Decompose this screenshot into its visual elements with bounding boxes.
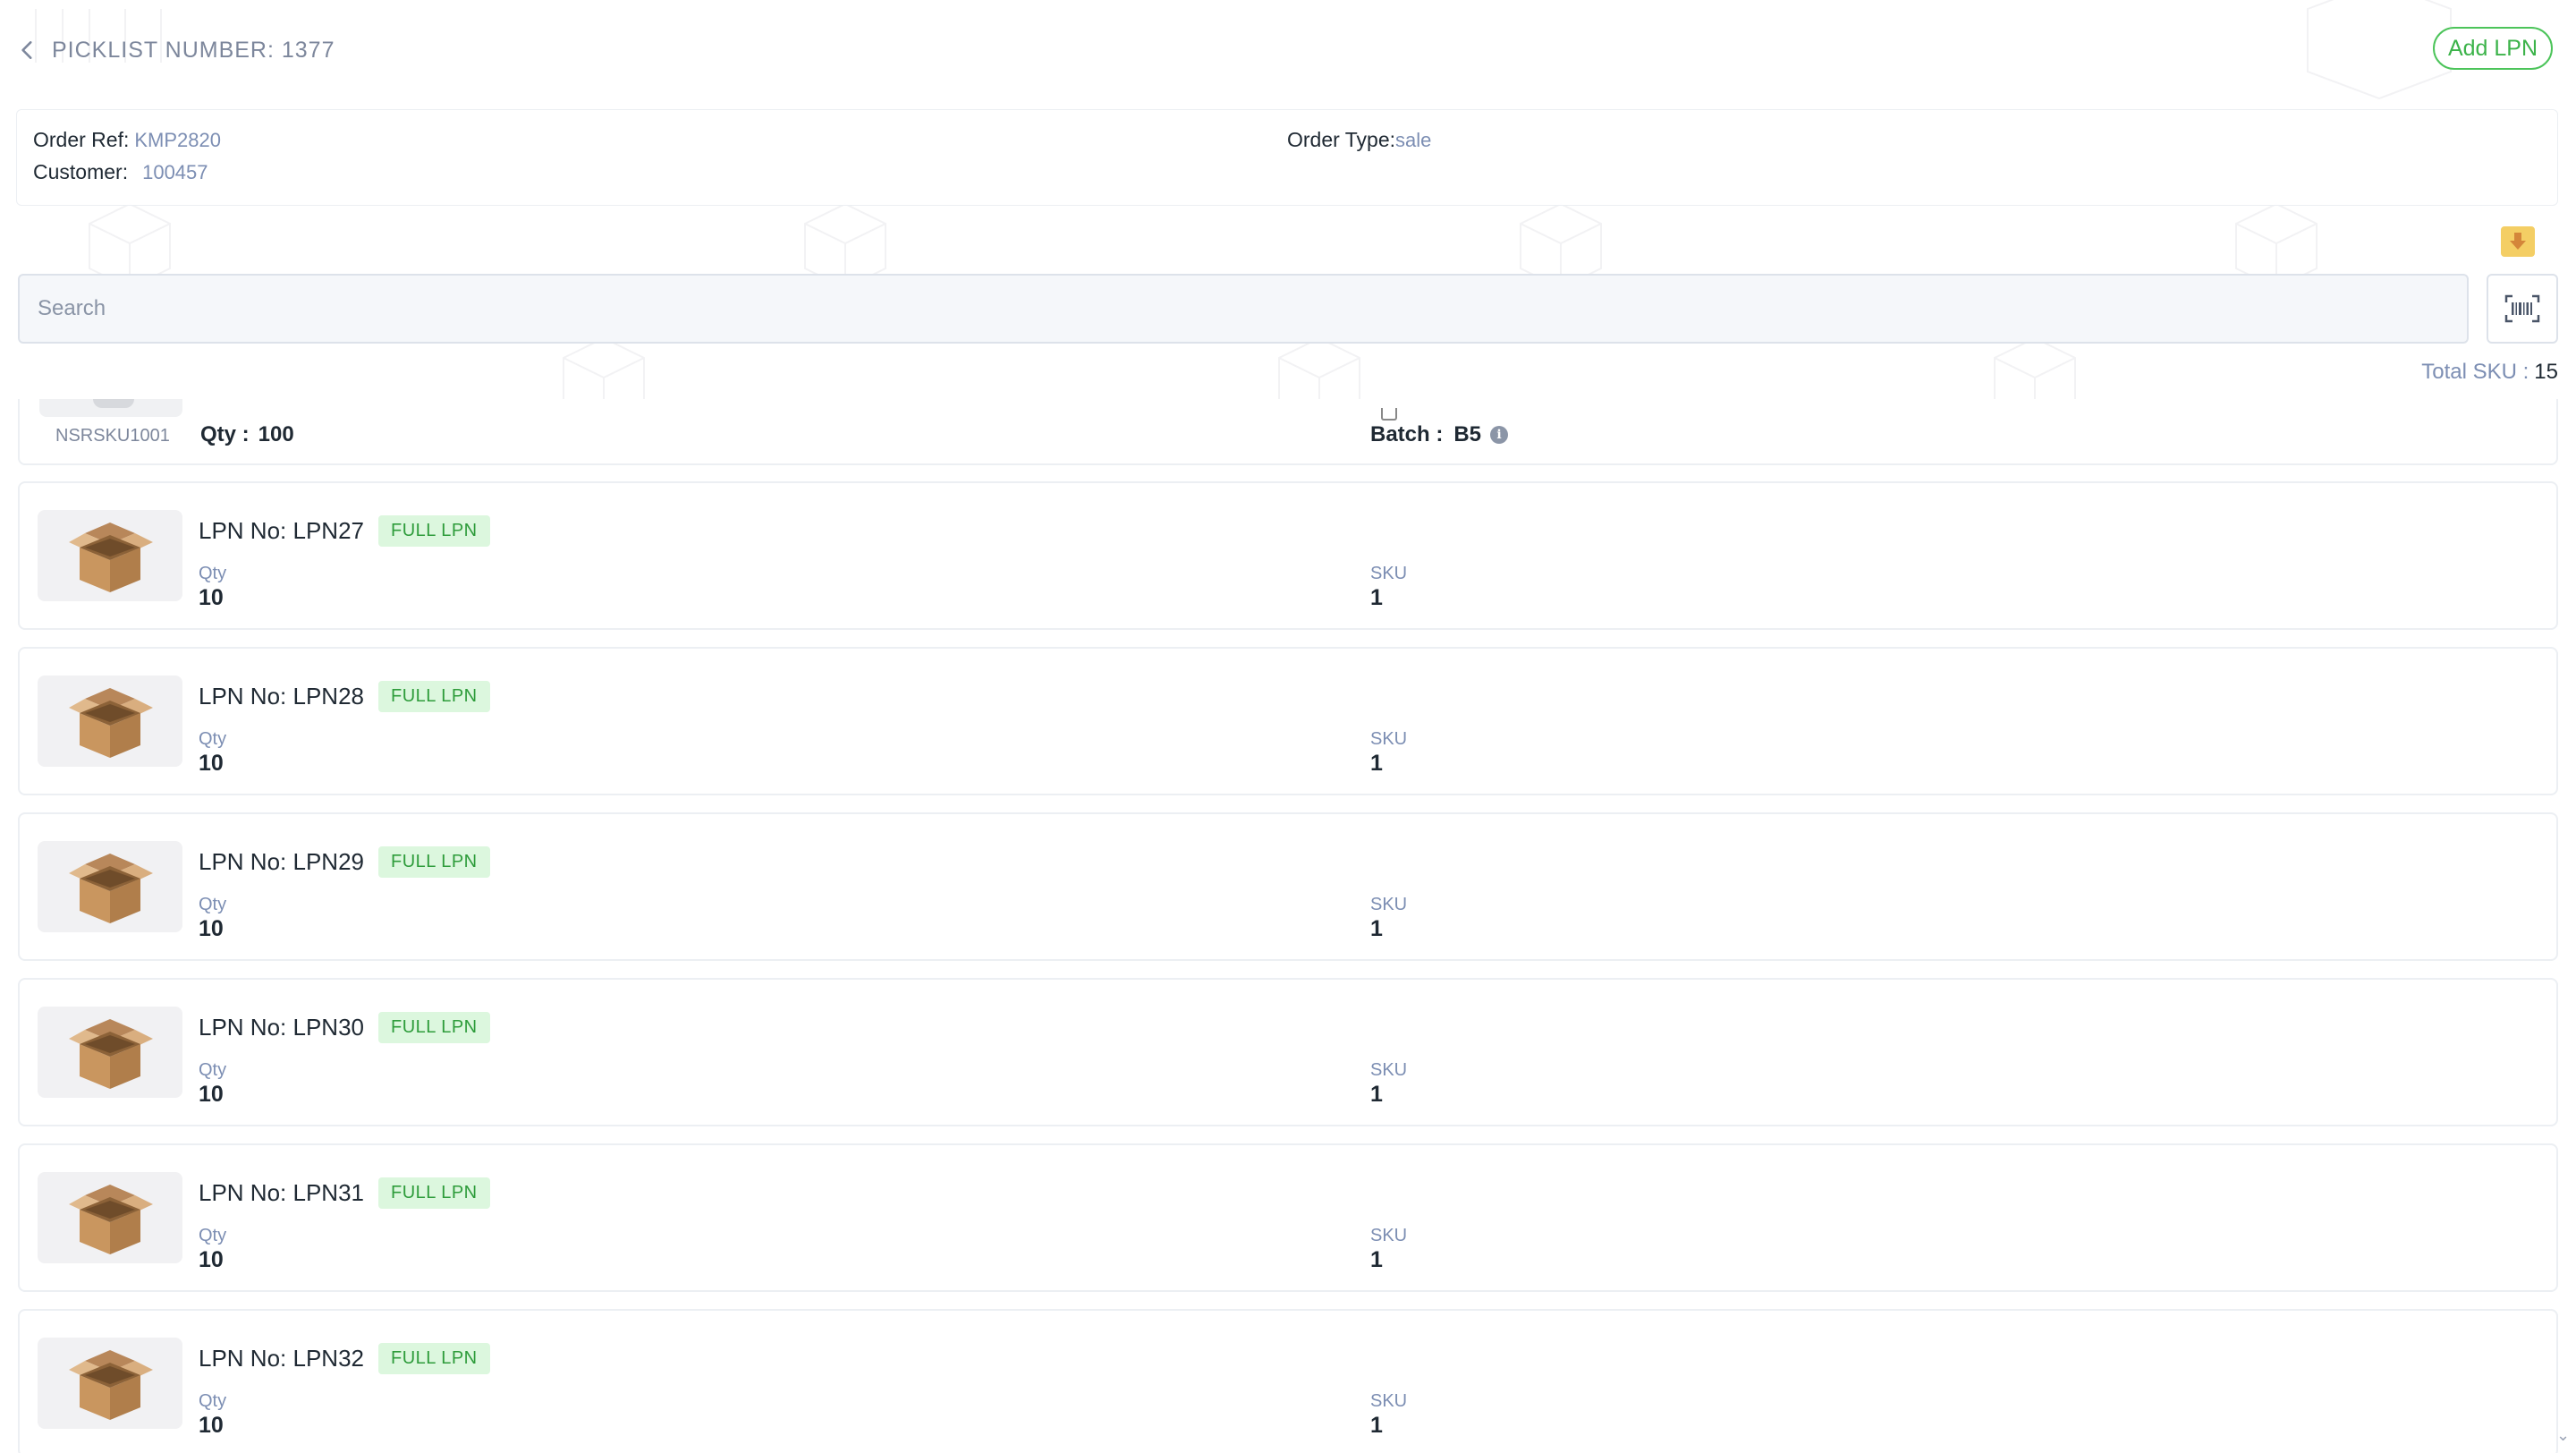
full-lpn-badge: FULL LPN <box>377 1177 490 1209</box>
chevron-left-icon <box>21 41 32 59</box>
lpn-thumbnail <box>38 676 182 767</box>
sku-value: 1 <box>1370 1413 1383 1438</box>
customer-row: Customer: 100457 <box>33 160 208 184</box>
order-type-row: Order Type: sale <box>1287 128 1431 152</box>
lpn-number: LPN No: LPN29 <box>199 848 364 875</box>
order-ref-row: Order Ref: KMP2820 <box>33 128 221 152</box>
product-thumbnail <box>39 399 182 417</box>
page-title: PICKLIST NUMBER: 1377 <box>52 37 335 63</box>
full-lpn-badge: FULL LPN <box>377 1012 490 1043</box>
lpn-number: LPN No: LPN28 <box>199 683 364 710</box>
download-button[interactable] <box>2501 226 2535 257</box>
cardboard-box-icon <box>69 1185 153 1254</box>
sku-label: SKU <box>1370 1226 1408 1245</box>
order-ref-label: Order Ref: <box>33 128 130 151</box>
search-input[interactable] <box>18 274 2469 344</box>
sku-qty-label: Qty : <box>200 422 250 446</box>
batch-label: Batch : <box>1370 422 1444 446</box>
sku-value: 1 <box>1370 1082 1383 1107</box>
barcode-scan-button[interactable] <box>2487 274 2558 344</box>
lpn-card[interactable]: LPN No: LPN29 FULL LPN Qty 10 SKU 1 <box>18 812 2558 961</box>
order-info-card: Order Ref: KMP2820 Customer: 100457 Orde… <box>16 109 2558 206</box>
order-ref-value: KMP2820 <box>134 129 221 151</box>
lpn-list[interactable]: NSRSKU1001 Qty : 100 Batch : B5 i LPN No:… <box>18 399 2560 1453</box>
qty-label: Qty <box>199 1391 227 1411</box>
qty-value: 10 <box>199 1082 224 1107</box>
lpn-card[interactable]: LPN No: LPN27 FULL LPN Qty 10 SKU 1 <box>18 481 2558 630</box>
qty-value: 10 <box>199 751 224 776</box>
lpn-title-row: LPN No: LPN30 FULL LPN <box>199 1012 490 1043</box>
customer-value: 100457 <box>142 161 208 183</box>
lpn-title-row: LPN No: LPN32 FULL LPN <box>199 1343 490 1374</box>
back-button[interactable]: PICKLIST NUMBER: 1377 <box>16 32 335 68</box>
full-lpn-badge: FULL LPN <box>377 1343 490 1374</box>
total-sku: Total SKU :15 <box>2421 360 2558 385</box>
lpn-thumbnail <box>38 510 182 601</box>
qty-label: Qty <box>199 1060 227 1080</box>
full-lpn-badge: FULL LPN <box>377 681 490 712</box>
lpn-number: LPN No: LPN32 <box>199 1345 364 1372</box>
lpn-number: LPN No: LPN31 <box>199 1179 364 1206</box>
lpn-thumbnail <box>38 841 182 932</box>
batch-value: B5 <box>1453 422 1482 446</box>
qty-label: Qty <box>199 1226 227 1245</box>
total-sku-value: 15 <box>2534 360 2558 384</box>
sku-value: 1 <box>1370 751 1383 776</box>
sku-value: 1 <box>1370 585 1383 610</box>
sku-code: NSRSKU1001 <box>55 426 170 446</box>
cardboard-box-icon <box>69 523 153 592</box>
cardboard-box-icon <box>69 688 153 758</box>
download-icon <box>2510 233 2526 250</box>
qty-label: Qty <box>199 895 227 914</box>
cardboard-box-icon <box>69 854 153 923</box>
sku-batch: Batch : B5 i <box>1370 422 1509 447</box>
qty-label: Qty <box>199 729 227 749</box>
sku-label: SKU <box>1370 1391 1408 1411</box>
lpn-thumbnail <box>38 1338 182 1429</box>
lpn-card[interactable]: LPN No: LPN30 FULL LPN Qty 10 SKU 1 <box>18 978 2558 1126</box>
sku-value: 1 <box>1370 1247 1383 1272</box>
customer-label: Customer: <box>33 160 129 183</box>
add-lpn-button[interactable]: Add LPN <box>2433 27 2553 70</box>
qty-value: 10 <box>199 1247 224 1272</box>
order-type-value: sale <box>1395 129 1432 151</box>
lpn-thumbnail <box>38 1007 182 1098</box>
lpn-card[interactable]: LPN No: LPN32 FULL LPN Qty 10 SKU 1 <box>18 1309 2558 1453</box>
lpn-card[interactable]: LPN No: LPN28 FULL LPN Qty 10 SKU 1 <box>18 647 2558 795</box>
lpn-title-row: LPN No: LPN29 FULL LPN <box>199 846 490 878</box>
checkbox-icon <box>1381 408 1397 421</box>
lpn-card[interactable]: LPN No: LPN31 FULL LPN Qty 10 SKU 1 <box>18 1143 2558 1292</box>
sku-value: 1 <box>1370 916 1383 941</box>
sku-qty-value: 100 <box>258 422 294 446</box>
full-lpn-badge: FULL LPN <box>377 846 490 878</box>
total-sku-label: Total SKU : <box>2421 360 2529 384</box>
sku-qty: Qty : 100 <box>200 422 294 447</box>
qty-value: 10 <box>199 916 224 941</box>
sku-label: SKU <box>1370 564 1408 583</box>
scroll-down-icon[interactable]: ⌄ <box>2556 1426 2570 1445</box>
lpn-title-row: LPN No: LPN27 FULL LPN <box>199 515 490 547</box>
sku-label: SKU <box>1370 1060 1408 1080</box>
lpn-title-row: LPN No: LPN31 FULL LPN <box>199 1177 490 1209</box>
cardboard-box-icon <box>69 1019 153 1089</box>
sku-label: SKU <box>1370 729 1408 749</box>
lpn-number: LPN No: LPN27 <box>199 517 364 544</box>
sku-item-card[interactable]: NSRSKU1001 Qty : 100 Batch : B5 i <box>18 399 2558 465</box>
lpn-title-row: LPN No: LPN28 FULL LPN <box>199 681 490 712</box>
lpn-thumbnail <box>38 1172 182 1263</box>
lpn-number: LPN No: LPN30 <box>199 1014 364 1041</box>
info-icon[interactable]: i <box>1490 426 1509 444</box>
qty-value: 10 <box>199 585 224 610</box>
qty-label: Qty <box>199 564 227 583</box>
barcode-scanner-icon <box>2504 294 2540 323</box>
full-lpn-badge: FULL LPN <box>377 515 490 547</box>
sku-label: SKU <box>1370 895 1408 914</box>
cardboard-box-icon <box>69 1350 153 1420</box>
qty-value: 10 <box>199 1413 224 1438</box>
order-type-label: Order Type: <box>1287 128 1396 151</box>
